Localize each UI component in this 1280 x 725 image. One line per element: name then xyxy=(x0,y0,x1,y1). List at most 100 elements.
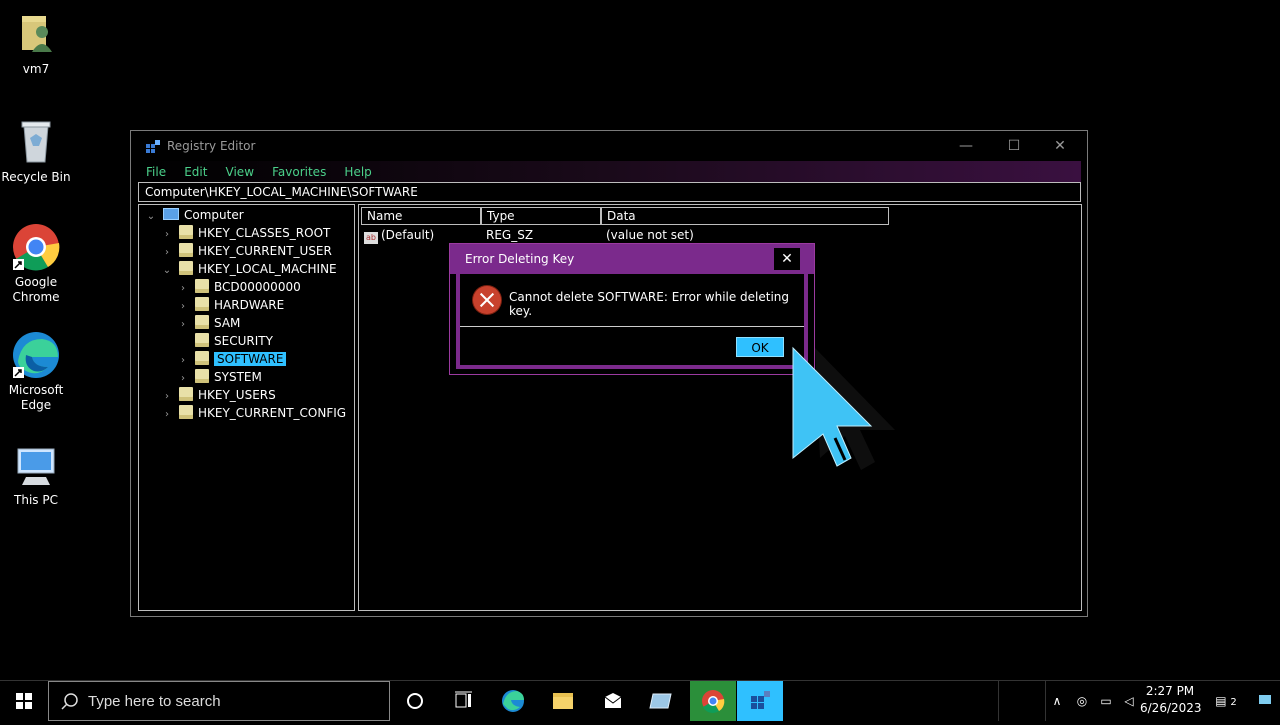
desktop-icon-label-line1: Google xyxy=(14,275,58,289)
clock-date: 6/26/2023 xyxy=(1140,701,1202,715)
chrome-icon xyxy=(702,690,725,713)
desktop-icon-vm7[interactable]: vm7 xyxy=(0,10,72,77)
address-bar[interactable]: Computer\HKEY_LOCAL_MACHINE\SOFTWARE xyxy=(138,182,1081,202)
desktop-icon-label-line1: Microsoft xyxy=(8,383,64,397)
taskbar-empty-slot[interactable] xyxy=(998,681,1046,721)
menu-help[interactable]: Help xyxy=(344,161,371,183)
minimize-button[interactable]: — xyxy=(943,131,989,161)
folder-icon xyxy=(179,243,193,257)
dialog-title: Error Deleting Key xyxy=(465,252,575,266)
windows-logo-icon xyxy=(16,693,32,709)
dialog-close-button[interactable]: ✕ xyxy=(774,248,800,270)
tree-node-computer[interactable]: ⌄ Computer xyxy=(145,206,244,224)
window-title: Registry Editor xyxy=(167,139,256,153)
folder-icon xyxy=(179,261,193,275)
menu-bar: File Edit View Favorites Help xyxy=(137,161,1081,183)
desktop-icon-microsoft-edge[interactable]: Microsoft Edge xyxy=(0,331,72,413)
tree-node-software[interactable]: › SOFTWARE xyxy=(177,350,287,368)
value-name: (Default) xyxy=(381,228,435,242)
desktop-icon-this-pc[interactable]: This PC xyxy=(0,441,72,508)
chevron-right-icon[interactable]: › xyxy=(161,406,173,424)
registry-editor-icon xyxy=(751,691,770,709)
error-icon xyxy=(473,286,501,314)
folder-icon xyxy=(179,225,193,239)
folder-icon xyxy=(195,315,209,329)
desktop-icon-recycle-bin[interactable]: Recycle Bin xyxy=(0,118,72,185)
chevron-up-icon[interactable]: ∧ xyxy=(1046,681,1068,721)
tree-node-bcd[interactable]: › BCD00000000 xyxy=(177,278,301,296)
start-button[interactable] xyxy=(0,681,48,721)
taskbar-registry-editor[interactable] xyxy=(737,681,783,721)
cortana-button[interactable] xyxy=(392,681,438,721)
column-header-type[interactable]: Type xyxy=(481,207,601,225)
desktop-icon-label: vm7 xyxy=(22,62,50,76)
desktop-icon-label-line2: Edge xyxy=(20,398,52,412)
notification-icon: ▤ xyxy=(1215,694,1227,708)
taskbar-chrome[interactable] xyxy=(690,681,736,721)
dialog-title-bar[interactable]: Error Deleting Key ✕ xyxy=(450,244,814,274)
tree-node-security[interactable]: SECURITY xyxy=(177,332,273,350)
chevron-down-icon[interactable]: ⌄ xyxy=(161,262,173,280)
meet-now-icon[interactable]: ◎ xyxy=(1072,681,1092,721)
tree-node-hkey-current-config[interactable]: › HKEY_CURRENT_CONFIG xyxy=(161,404,346,422)
value-data: (value not set) xyxy=(606,228,694,242)
close-button[interactable]: ✕ xyxy=(1037,131,1083,161)
taskbar-clock[interactable]: 2:27 PM 6/26/2023 xyxy=(1140,683,1202,717)
chrome-icon xyxy=(12,223,60,271)
taskbar-edge[interactable] xyxy=(490,681,536,721)
table-row[interactable]: ab (Default) xyxy=(364,226,482,244)
tree-node-hkey-classes-root[interactable]: › HKEY_CLASSES_ROOT xyxy=(161,224,330,242)
menu-favorites[interactable]: Favorites xyxy=(272,161,326,183)
computer-icon xyxy=(163,208,179,220)
volume-muted-icon[interactable]: ◁ xyxy=(1118,681,1140,721)
notification-count: 2 xyxy=(1230,697,1237,708)
desktop-icon-google-chrome[interactable]: Google Chrome xyxy=(0,223,72,305)
show-desktop-button[interactable] xyxy=(1250,681,1280,721)
folder-icon xyxy=(179,405,193,419)
divider xyxy=(460,326,804,327)
user-folder-icon xyxy=(12,10,60,58)
tree-node-hkey-current-user[interactable]: › HKEY_CURRENT_USER xyxy=(161,242,332,260)
tree-node-hardware[interactable]: › HARDWARE xyxy=(177,296,284,314)
desktop-icon-label: This PC xyxy=(14,493,58,507)
menu-file[interactable]: File xyxy=(146,161,166,183)
network-icon[interactable]: ▭ xyxy=(1094,681,1118,721)
tree-node-hkey-local-machine[interactable]: ⌄ HKEY_LOCAL_MACHINE xyxy=(161,260,337,278)
value-type: REG_SZ xyxy=(486,228,534,242)
search-placeholder: Type here to search xyxy=(88,693,221,710)
recycle-bin-icon xyxy=(12,118,60,166)
task-view-button[interactable] xyxy=(440,681,486,721)
column-header-name[interactable]: Name xyxy=(361,207,481,225)
taskbar-search-box[interactable]: Type here to search xyxy=(48,681,390,721)
mail-icon xyxy=(604,693,622,708)
file-explorer-icon xyxy=(553,693,573,709)
search-icon xyxy=(61,693,78,710)
menu-edit[interactable]: Edit xyxy=(184,161,207,183)
tree-pane: ⌄ Computer › HKEY_CLASSES_ROOT › HKEY_CURRE… xyxy=(138,204,355,611)
column-header-data[interactable]: Data xyxy=(601,207,889,225)
folder-icon xyxy=(195,369,209,383)
folder-icon xyxy=(179,387,193,401)
registry-editor-icon xyxy=(146,139,160,153)
taskbar-mail[interactable] xyxy=(590,681,636,721)
error-dialog: Error Deleting Key ✕ Cannot delete SOFTW… xyxy=(449,243,815,375)
title-bar[interactable]: Registry Editor — ☐ ✕ xyxy=(131,131,1087,161)
task-view-icon xyxy=(455,691,472,708)
tree-node-hkey-users[interactable]: › HKEY_USERS xyxy=(161,386,276,404)
notification-center-button[interactable]: ▤ 2 xyxy=(1212,681,1240,721)
taskbar-remote-desktop[interactable] xyxy=(638,681,684,721)
taskbar-file-explorer[interactable] xyxy=(540,681,586,721)
clock-time: 2:27 PM xyxy=(1145,684,1195,698)
desktop-icon-label: Recycle Bin xyxy=(1,170,71,184)
edge-icon xyxy=(12,331,60,379)
cortana-circle-icon xyxy=(407,693,423,709)
computer-icon xyxy=(12,441,60,489)
mouse-pointer-icon xyxy=(775,330,905,480)
maximize-button[interactable]: ☐ xyxy=(991,131,1037,161)
desktop-preview-icon xyxy=(1259,695,1271,704)
tree-node-system[interactable]: › SYSTEM xyxy=(177,368,262,386)
menu-view[interactable]: View xyxy=(226,161,254,183)
dialog-message: Cannot delete SOFTWARE: Error while dele… xyxy=(509,290,790,318)
chevron-down-icon[interactable]: ⌄ xyxy=(145,208,157,226)
tree-node-sam[interactable]: › SAM xyxy=(177,314,240,332)
